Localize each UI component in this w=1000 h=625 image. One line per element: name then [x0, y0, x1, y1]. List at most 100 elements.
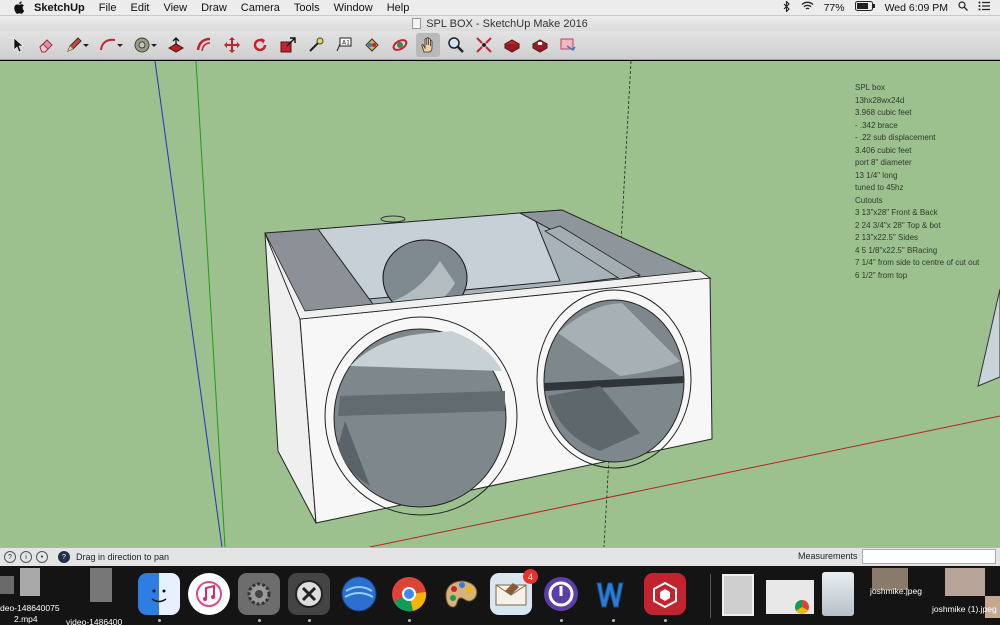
word-icon[interactable] — [592, 573, 634, 615]
tape-measure-icon — [309, 37, 324, 52]
geolocation-icon[interactable]: ? — [4, 551, 16, 563]
system-preferences-icon[interactable] — [238, 573, 280, 615]
zoom-extents-icon — [476, 37, 492, 53]
orbit-tool[interactable] — [388, 33, 412, 57]
note-line: 13 1/4" long — [855, 170, 898, 180]
menu-window[interactable]: Window — [334, 2, 373, 14]
photo-stack-thumbnail[interactable] — [722, 574, 754, 616]
menu-tools[interactable]: Tools — [294, 2, 320, 14]
note-line: 3.968 cubic feet — [855, 108, 912, 117]
note-line: 4 5 1/8"x22.5" BRacing — [855, 245, 938, 255]
credits-icon[interactable]: i — [20, 551, 32, 563]
pencil-icon — [67, 37, 82, 52]
move-tool[interactable] — [220, 33, 244, 57]
bittorrent-icon[interactable] — [540, 573, 582, 615]
user-account-icon[interactable]: • — [36, 551, 48, 563]
desktop-file-label[interactable]: joshmike.jpeg — [870, 586, 922, 596]
3d-warehouse-icon — [503, 39, 521, 53]
desktop-file-thumbnail[interactable] — [0, 576, 14, 594]
model-scene[interactable] — [0, 61, 1000, 547]
desktop-image-thumbnail[interactable] — [945, 568, 985, 596]
note-line: SPL box — [855, 83, 885, 92]
running-indicator — [258, 619, 261, 622]
note-line: tuned to 45hz — [855, 183, 904, 192]
zoom-tool[interactable] — [444, 33, 468, 57]
menu-view[interactable]: View — [163, 2, 187, 14]
itunes-icon[interactable] — [188, 573, 230, 615]
crossover-icon[interactable] — [288, 573, 330, 615]
arc-tool[interactable] — [96, 33, 126, 57]
status-bar: ? i • ? Drag in direction to pan Measure… — [0, 547, 1000, 566]
warehouse-tool[interactable] — [500, 33, 524, 57]
model-notes-text[interactable]: SPL box 13hx28wx24d 3.968 cubic feet - .… — [855, 82, 995, 282]
sketchup-icon[interactable] — [644, 573, 686, 615]
green-axis — [195, 61, 226, 547]
running-indicator — [308, 619, 311, 622]
bluetooth-icon[interactable] — [783, 0, 791, 15]
note-line: 2 13"x22.5" Sides — [855, 233, 919, 242]
model-viewport[interactable]: SPL box 13hx28wx24d 3.968 cubic feet - .… — [0, 61, 1000, 547]
chrome-icon[interactable] — [388, 573, 430, 615]
spotlight-search-icon[interactable] — [958, 1, 968, 14]
dropdown-caret-icon — [151, 44, 157, 47]
instructor-help-icon[interactable]: ? — [58, 551, 70, 563]
running-indicator — [408, 619, 411, 622]
desktop-file-label[interactable]: deo-148640075 — [0, 603, 60, 613]
menu-edit[interactable]: Edit — [130, 2, 149, 14]
note-line: Cutouts — [855, 195, 883, 205]
eraser-tool[interactable] — [34, 33, 58, 57]
svg-text:A1: A1 — [342, 40, 350, 47]
extension-warehouse-tool[interactable] — [528, 33, 552, 57]
desktop-file-label[interactable]: video-1486400 — [66, 617, 122, 625]
circle-shape-icon — [134, 37, 150, 53]
rotate-tool[interactable] — [248, 33, 272, 57]
note-line: 7 1/4" from side to centre of cut out — [855, 258, 980, 267]
push-pull-icon — [167, 37, 185, 53]
menu-bar-status-area: 77% Wed 6:09 PM — [773, 0, 1000, 15]
paintbrush-icon[interactable] — [440, 573, 482, 615]
battery-icon[interactable] — [854, 1, 875, 14]
zoom-extents-tool[interactable] — [472, 33, 496, 57]
menu-help[interactable]: Help — [387, 2, 410, 14]
dropdown-caret-icon — [117, 44, 123, 47]
measurements-input[interactable] — [862, 549, 996, 564]
desktop-file-thumbnail[interactable] — [90, 568, 112, 602]
desktop-file-thumbnail[interactable] — [20, 568, 40, 596]
menu-file[interactable]: File — [99, 2, 117, 14]
offset-tool[interactable] — [192, 33, 216, 57]
menu-app-name[interactable]: SketchUp — [34, 2, 85, 14]
desktop-file-label[interactable]: 2.mp4 — [14, 614, 38, 624]
push-pull-tool[interactable] — [164, 33, 188, 57]
move-arrows-icon — [224, 37, 240, 53]
scale-tool[interactable] — [276, 33, 300, 57]
wifi-icon[interactable] — [801, 1, 814, 14]
apple-menu-icon[interactable] — [12, 1, 26, 15]
port-tube-top — [380, 215, 406, 223]
note-line: - .342 brace — [855, 120, 898, 130]
main-toolbar: A1 — [0, 31, 1000, 60]
line-tool[interactable] — [62, 33, 92, 57]
arc-icon — [100, 38, 116, 51]
send-to-layout-tool[interactable] — [556, 33, 580, 57]
clock[interactable]: Wed 6:09 PM — [885, 2, 948, 14]
notification-center-icon[interactable] — [978, 1, 990, 14]
pan-tool[interactable] — [416, 33, 440, 57]
menu-draw[interactable]: Draw — [201, 2, 227, 14]
finder-icon[interactable] — [138, 573, 180, 615]
paint-bucket-tool[interactable] — [360, 33, 384, 57]
running-indicator — [612, 619, 615, 622]
google-earth-icon[interactable] — [338, 573, 380, 615]
arrow-cursor-icon — [13, 37, 24, 53]
dock-separator — [710, 574, 711, 618]
spl-box-model[interactable] — [264, 209, 713, 524]
text-tool[interactable]: A1 — [332, 33, 356, 57]
trash-icon[interactable] — [822, 572, 854, 616]
battery-percent[interactable]: 77% — [824, 2, 845, 14]
measurements-label: Measurements — [798, 551, 858, 561]
tape-measure-tool[interactable] — [304, 33, 328, 57]
desktop-file-label[interactable]: joshmike (1).jpeg — [932, 604, 997, 614]
window-title-bar: SPL BOX - SketchUp Make 2016 — [0, 16, 1000, 31]
select-tool[interactable] — [6, 33, 30, 57]
shapes-tool[interactable] — [130, 33, 160, 57]
menu-camera[interactable]: Camera — [241, 2, 280, 14]
